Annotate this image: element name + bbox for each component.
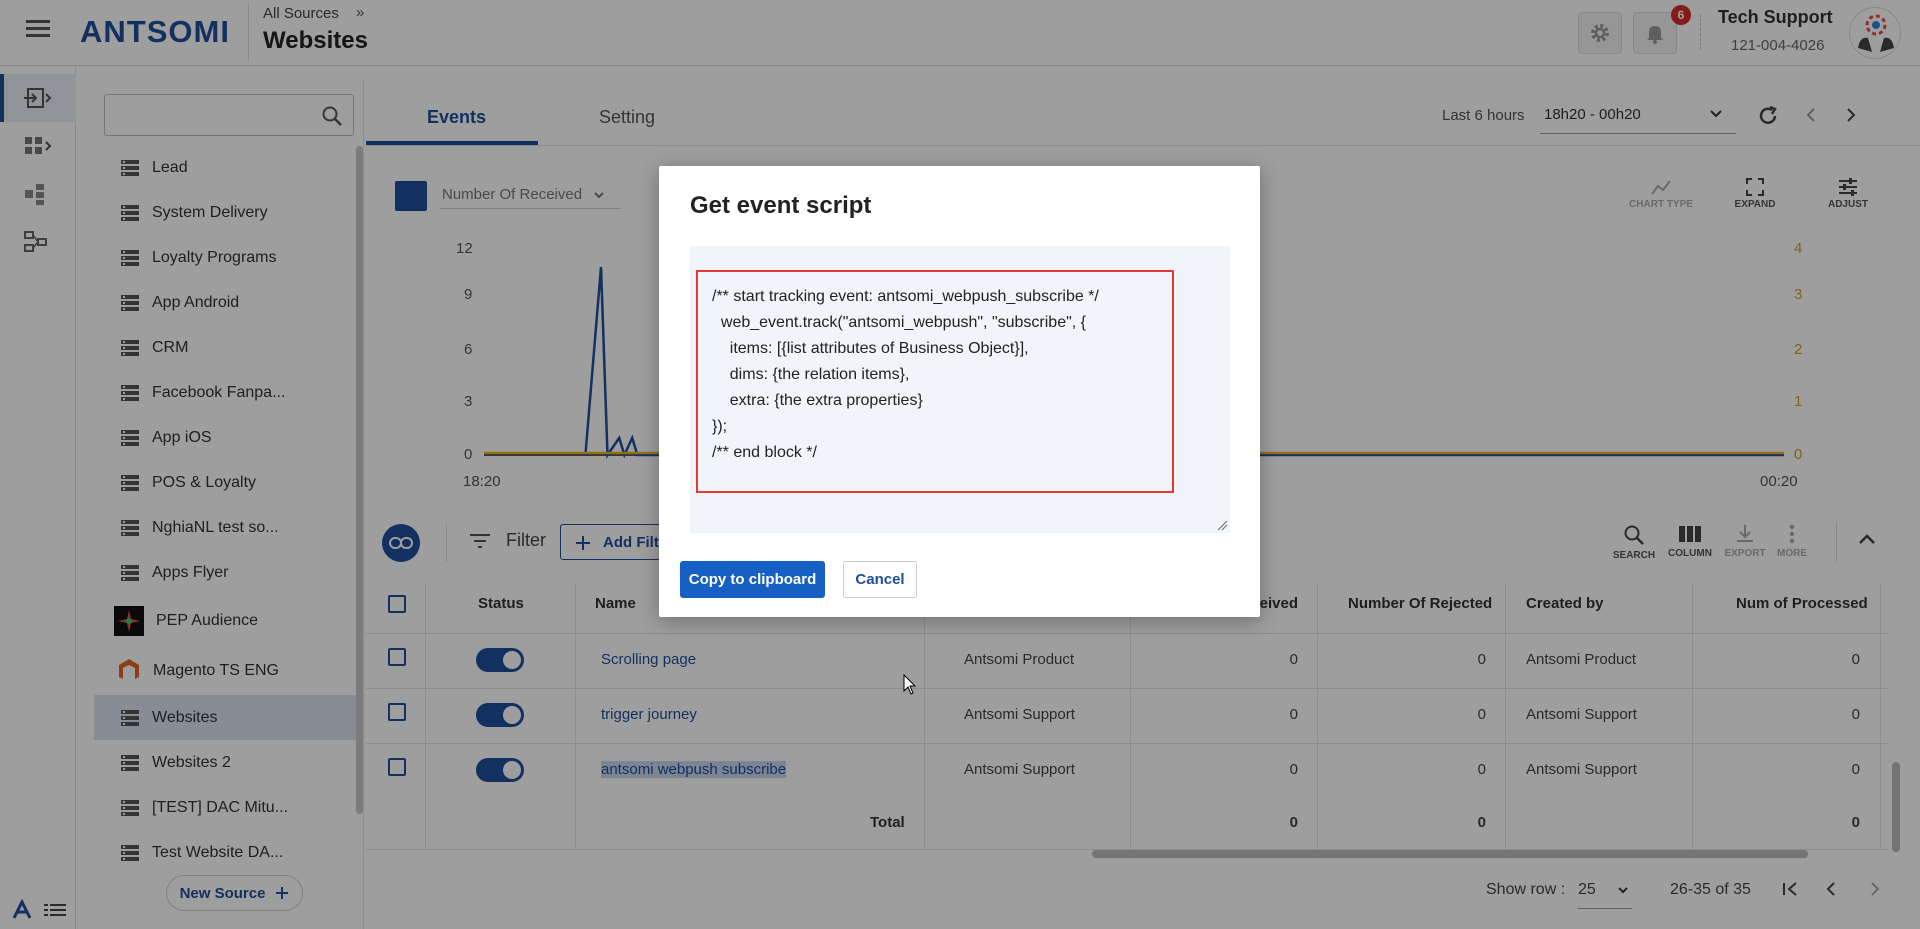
dialog-title: Get event script	[690, 192, 872, 219]
code-line[interactable]: /** end block */	[712, 444, 817, 462]
code-line[interactable]: });	[712, 418, 727, 436]
code-line[interactable]: items: [{list attributes of Business Obj…	[712, 340, 1029, 358]
code-line[interactable]: /** start tracking event: antsomi_webpus…	[712, 288, 1099, 306]
resize-handle-icon[interactable]	[1216, 519, 1228, 531]
cancel-button[interactable]: Cancel	[843, 561, 917, 598]
code-line[interactable]: extra: {the extra properties}	[712, 392, 923, 410]
code-line[interactable]: web_event.track("antsomi_webpush", "subs…	[712, 314, 1086, 332]
copy-to-clipboard-button[interactable]: Copy to clipboard	[680, 561, 825, 598]
code-line[interactable]: dims: {the relation items},	[712, 366, 910, 384]
mouse-cursor-icon	[903, 674, 917, 696]
